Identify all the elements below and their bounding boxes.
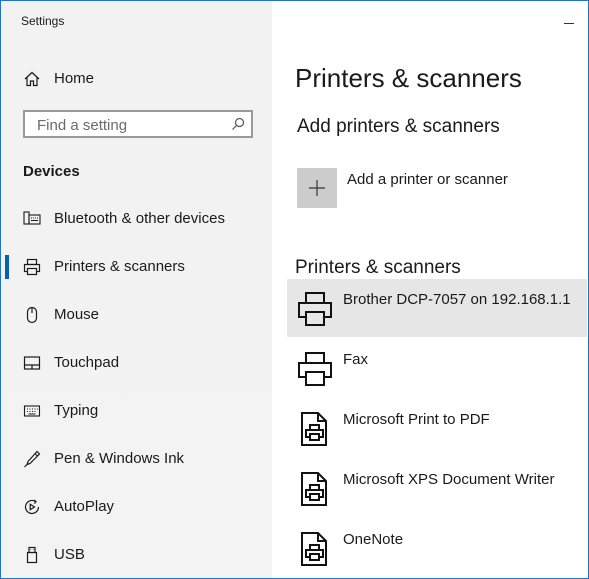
printer-item-onenote[interactable]: OneNote bbox=[287, 519, 587, 577]
sidebar-item-pen-windows-ink[interactable]: Pen & Windows Ink bbox=[1, 439, 272, 479]
printer-label: Fax bbox=[343, 351, 369, 368]
printer-icon bbox=[297, 351, 333, 387]
usb-icon bbox=[23, 546, 41, 564]
add-printer-button[interactable]: Add a printer or scanner bbox=[295, 166, 555, 210]
sidebar-item-touchpad[interactable]: Touchpad bbox=[1, 343, 272, 383]
search-icon[interactable] bbox=[231, 117, 245, 131]
sidebar-item-printers-scanners[interactable]: Printers & scanners bbox=[1, 247, 272, 287]
document-printer-icon bbox=[297, 411, 333, 447]
printer-item-brother[interactable]: Brother DCP-7057 on 192.168.1.1 bbox=[287, 279, 587, 337]
sidebar-item-bluetooth[interactable]: Bluetooth & other devices bbox=[1, 199, 272, 239]
home-icon bbox=[23, 70, 41, 88]
add-tile bbox=[297, 168, 337, 208]
printer-label: OneNote bbox=[343, 531, 404, 548]
printer-label: Brother DCP-7057 on 192.168.1.1 bbox=[343, 291, 571, 308]
settings-window: Settings Home Devices bbox=[0, 0, 589, 579]
document-printer-icon bbox=[297, 471, 333, 507]
printer-item-xps-writer[interactable]: Microsoft XPS Document Writer bbox=[287, 459, 587, 517]
sidebar-item-label: Typing bbox=[54, 402, 99, 419]
sidebar-item-label: Pen & Windows Ink bbox=[54, 450, 185, 467]
search-box[interactable] bbox=[23, 110, 253, 138]
printer-icon bbox=[23, 258, 41, 276]
home-nav-item[interactable]: Home bbox=[1, 61, 272, 97]
page-title: Printers & scanners bbox=[295, 63, 522, 93]
sidebar-item-label: AutoPlay bbox=[54, 498, 115, 515]
printer-item-fax[interactable]: Fax bbox=[287, 339, 587, 397]
home-label: Home bbox=[54, 70, 95, 87]
bluetooth-devices-icon bbox=[23, 210, 41, 228]
sidebar: Settings Home Devices bbox=[1, 1, 272, 578]
sidebar-item-usb[interactable]: USB bbox=[1, 535, 272, 575]
mouse-icon bbox=[23, 306, 41, 324]
printers-list-title: Printers & scanners bbox=[295, 257, 461, 278]
sidebar-item-label: Mouse bbox=[54, 306, 100, 323]
sidebar-item-mouse[interactable]: Mouse bbox=[1, 295, 272, 335]
sidebar-item-typing[interactable]: Typing bbox=[1, 391, 272, 431]
sidebar-item-autoplay[interactable]: AutoPlay bbox=[1, 487, 272, 527]
selection-indicator bbox=[5, 255, 9, 279]
touchpad-icon bbox=[23, 354, 41, 372]
keyboard-icon bbox=[23, 402, 41, 420]
sidebar-item-label: Touchpad bbox=[54, 354, 120, 371]
document-printer-icon bbox=[297, 531, 333, 567]
sidebar-item-label: Printers & scanners bbox=[54, 258, 185, 275]
sidebar-item-label: Bluetooth & other devices bbox=[54, 210, 225, 227]
window-title: Settings bbox=[21, 14, 65, 28]
printer-item-print-to-pdf[interactable]: Microsoft Print to PDF bbox=[287, 399, 587, 457]
add-printer-label: Add a printer or scanner bbox=[347, 171, 508, 188]
pen-icon bbox=[23, 450, 41, 468]
autoplay-icon bbox=[23, 498, 41, 516]
search-input[interactable] bbox=[35, 115, 229, 135]
printer-label: Microsoft XPS Document Writer bbox=[343, 471, 555, 488]
printer-icon bbox=[297, 291, 333, 327]
devices-section-label: Devices bbox=[23, 163, 80, 180]
sidebar-item-label: USB bbox=[54, 546, 85, 563]
add-section-title: Add printers & scanners bbox=[297, 116, 500, 137]
plus-icon bbox=[309, 180, 325, 196]
printer-label: Microsoft Print to PDF bbox=[343, 411, 490, 428]
minimize-button[interactable] bbox=[550, 11, 586, 35]
